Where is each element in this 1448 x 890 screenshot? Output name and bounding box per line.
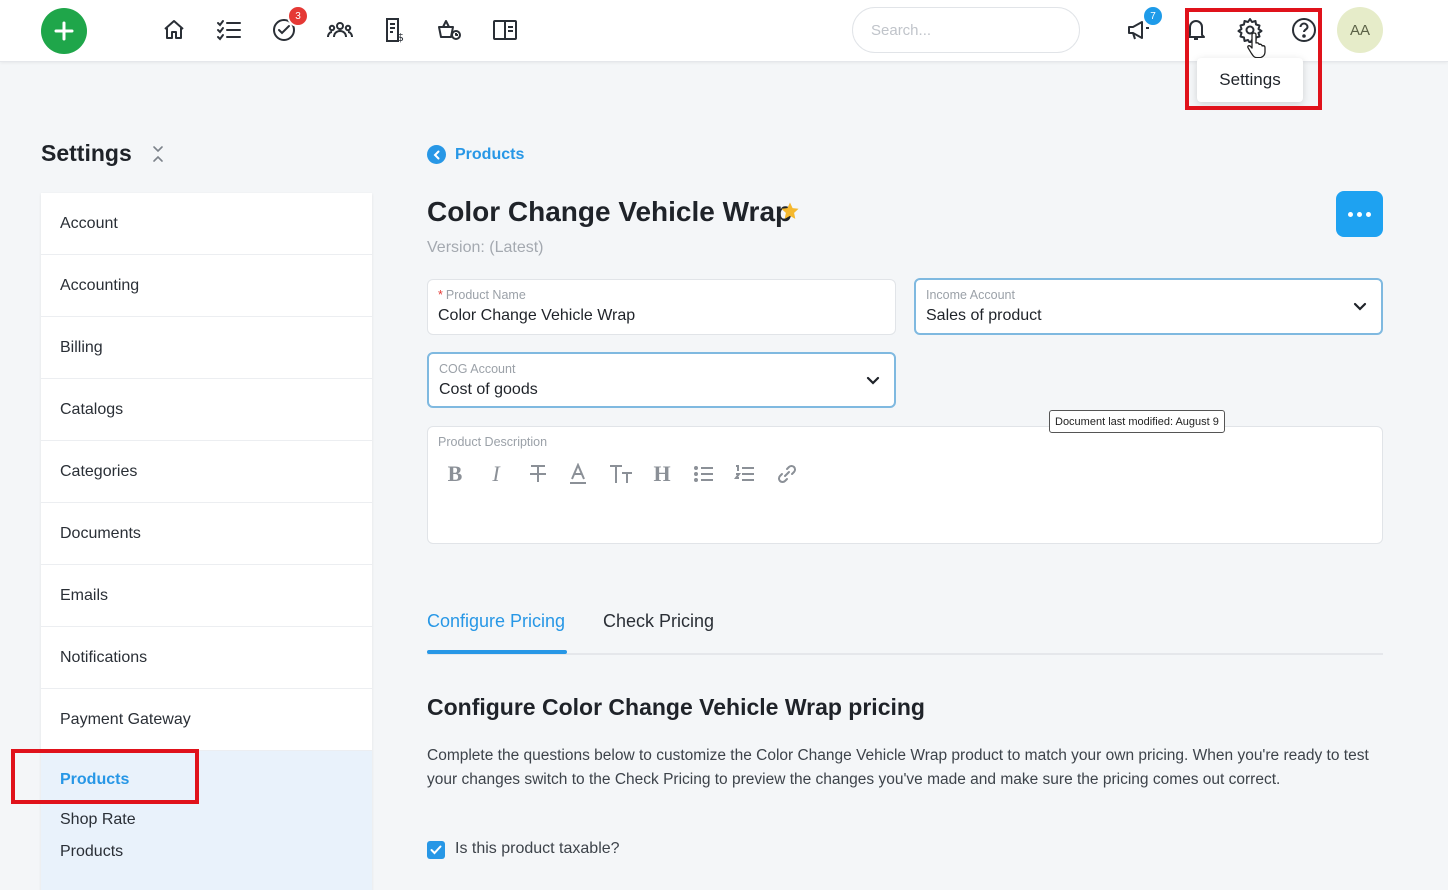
home-icon[interactable]: [161, 17, 187, 43]
sidebar-item-notifications[interactable]: Notifications: [41, 627, 372, 689]
link-icon[interactable]: [774, 461, 800, 487]
sidebar-item-emails[interactable]: Emails: [41, 565, 372, 627]
catalog-icon[interactable]: [492, 17, 518, 43]
income-account-select[interactable]: Income Account Sales of product: [914, 278, 1383, 335]
sidebar-item-documents[interactable]: Documents: [41, 503, 372, 565]
tabs-divider: [427, 653, 1383, 655]
sidebar-item-accounting[interactable]: Accounting: [41, 255, 372, 317]
section-title: Configure Color Change Vehicle Wrap pric…: [427, 694, 925, 720]
product-name-field[interactable]: * Product Name Color Change Vehicle Wrap: [427, 279, 896, 335]
search-input[interactable]: [852, 7, 1080, 53]
help-icon[interactable]: [1291, 17, 1317, 43]
strikethrough-icon[interactable]: [525, 461, 551, 487]
numbered-list-icon[interactable]: [732, 461, 758, 487]
taxable-label: Is this product taxable?: [455, 840, 620, 857]
star-icon[interactable]: [780, 201, 800, 221]
sidebar-item-categories[interactable]: Categories: [41, 441, 372, 503]
active-tab-indicator: [427, 650, 567, 654]
product-name-value: Color Change Vehicle Wrap: [438, 307, 636, 324]
announcements-badge: 7: [1142, 5, 1164, 27]
cog-account-label: COG Account: [439, 362, 516, 376]
sidebar-title: Settings: [41, 140, 132, 166]
sidebar-group-products: Products Shop Rate Products: [41, 751, 372, 890]
more-options-button[interactable]: [1336, 191, 1383, 237]
income-account-value: Sales of product: [926, 307, 1042, 324]
taxable-checkbox[interactable]: [427, 841, 445, 859]
plus-icon: [54, 21, 74, 41]
breadcrumb-label: Products: [455, 145, 525, 163]
checkmark-icon: [430, 845, 442, 855]
text-color-icon[interactable]: [565, 461, 591, 487]
add-button[interactable]: [41, 8, 87, 54]
version-label: Version: (Latest): [427, 239, 544, 256]
tab-check-pricing[interactable]: Check Pricing: [603, 611, 714, 632]
document-modified-tooltip: Document last modified: August 9: [1049, 410, 1225, 433]
product-description-editor[interactable]: Product Description B I H: [427, 426, 1383, 544]
sidebar-subitem-shop-rate[interactable]: Shop Rate: [60, 811, 353, 829]
avatar[interactable]: AA: [1337, 7, 1383, 53]
income-account-label: Income Account: [926, 288, 1015, 302]
svg-text:$: $: [397, 31, 404, 43]
invoice-icon[interactable]: $: [382, 17, 408, 43]
page-title: Color Change Vehicle Wrap: [427, 196, 793, 227]
team-icon[interactable]: [327, 17, 353, 43]
tasks-badge: 3: [287, 5, 309, 27]
chevron-down-icon: [866, 376, 880, 385]
chevron-down-icon: [1353, 302, 1367, 311]
bold-icon[interactable]: B: [442, 461, 468, 487]
list-icon[interactable]: [216, 17, 242, 43]
megaphone-icon[interactable]: 7: [1126, 5, 1164, 43]
bell-icon[interactable]: [1183, 17, 1209, 43]
sidebar-item-account[interactable]: Account: [41, 193, 372, 255]
tab-configure-pricing[interactable]: Configure Pricing: [427, 611, 565, 632]
top-bar: 3 $ 7 AA: [0, 0, 1448, 62]
section-description: Complete the questions below to customiz…: [427, 747, 1369, 788]
sidebar-item-payment-gateway[interactable]: Payment Gateway: [41, 689, 372, 751]
product-name-label: * Product Name: [438, 288, 526, 302]
sidebar-item-catalogs[interactable]: Catalogs: [41, 379, 372, 441]
sidebar-subitem-products[interactable]: Products: [60, 843, 353, 861]
breadcrumb[interactable]: Products: [427, 145, 524, 164]
product-description-label: Product Description: [438, 435, 548, 449]
settings-tooltip: Settings: [1197, 58, 1303, 102]
bullet-list-icon[interactable]: [691, 461, 717, 487]
font-size-icon[interactable]: [608, 461, 634, 487]
sidebar-item-products[interactable]: Products: [60, 751, 353, 789]
pointer-cursor-icon: [1247, 32, 1266, 59]
back-arrow-icon: [427, 145, 446, 164]
cog-account-select[interactable]: COG Account Cost of goods: [427, 352, 896, 408]
shop-icon[interactable]: [437, 17, 463, 43]
heading-icon[interactable]: H: [649, 461, 675, 487]
collapse-icon[interactable]: [150, 145, 166, 163]
sidebar-item-billing[interactable]: Billing: [41, 317, 372, 379]
settings-sidebar: Account Accounting Billing Catalogs Cate…: [41, 193, 372, 890]
cog-account-value: Cost of goods: [439, 381, 538, 398]
tasks-icon[interactable]: 3: [271, 5, 309, 43]
italic-icon[interactable]: I: [483, 461, 509, 487]
